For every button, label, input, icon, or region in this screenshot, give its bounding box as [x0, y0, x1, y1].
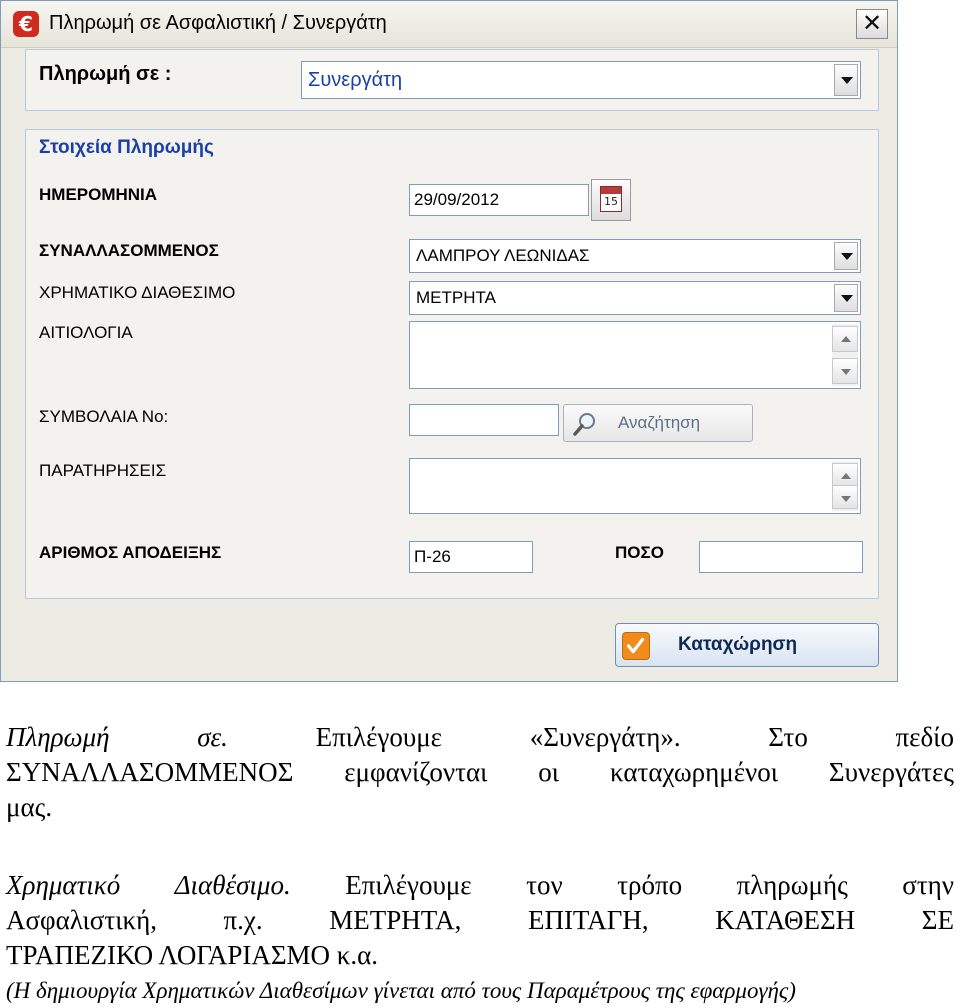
- scroll-up-icon[interactable]: [832, 326, 858, 352]
- chevron-down-icon[interactable]: [834, 284, 858, 312]
- caption-word: Επιλέγουμε: [315, 722, 443, 752]
- caption-line: ΣΥΝΑΛΛΑΣΟΜΜΕΝΟΣ εμφανίζονται οι καταχωρη…: [6, 755, 954, 790]
- calendar-button[interactable]: 15: [591, 179, 631, 221]
- caption-word: ΕΠΙΤΑΓΗ,: [527, 905, 649, 935]
- search-icon: [573, 413, 595, 436]
- caption-word: μας.: [6, 792, 53, 822]
- caption-word: πληρωμής: [736, 870, 848, 900]
- app-logo-icon: €: [13, 11, 39, 37]
- caption-word: Διαθέσιμο.: [174, 870, 291, 900]
- caption-word: σε.: [197, 722, 228, 752]
- payment-dialog: € Πληρωμή σε Ασφαλιστική / Συνεργάτη ✕ Π…: [0, 0, 898, 682]
- date-label: ΗΜΕΡΟΜΗΝΙΑ: [39, 185, 158, 204]
- counterparty-label: ΣΥΝΑΛΛΑΣΟΜΜΕΝΟΣ: [39, 241, 219, 260]
- cash-value: ΜΕΤΡΗΤΑ: [416, 288, 496, 307]
- contracts-input[interactable]: [409, 404, 559, 436]
- cash-label: ΧΡΗΜΑΤΙΚΟ ΔΙΑΘΕΣΙΜΟ: [39, 283, 236, 302]
- counterparty-value: ΛΑΜΠΡΟΥ ΛΕΩΝΙΔΑΣ: [416, 246, 590, 265]
- caption-word: οι: [538, 757, 560, 787]
- cash-select[interactable]: ΜΕΤΡΗΤΑ: [409, 281, 861, 315]
- save-label: Καταχώρηση: [678, 634, 798, 655]
- amount-label: ΠΟΣΟ: [615, 543, 664, 562]
- caption-word: εμφανίζονται: [344, 757, 488, 787]
- pay-to-label: Πληρωμή σε :: [39, 63, 172, 85]
- caption-word: Συνεργάτες: [828, 757, 954, 787]
- chevron-down-icon[interactable]: [834, 242, 858, 270]
- search-label: Αναζήτηση: [618, 413, 701, 432]
- caption-paragraph-2: Χρηματικό Διαθέσιμο. Επιλέγουμε τον τρόπ…: [6, 868, 954, 1008]
- caption-word: ΚΑΤΑΘΕΣΗ: [715, 905, 856, 935]
- caption-word: ΜΕΤΡΗΤΑ,: [329, 905, 462, 935]
- calendar-icon: 15: [600, 186, 622, 212]
- caption-word: Στο: [768, 722, 808, 752]
- counterparty-select[interactable]: ΛΑΜΠΡΟΥ ΛΕΩΝΙΔΑΣ: [409, 239, 861, 273]
- caption-word: ΤΡΑΠΕΖΙΚΟ ΛΟΓΑΡΙΑΣΜΟ κ.α.: [6, 940, 379, 970]
- caption-line: Πληρωμή σε. Επιλέγουμε «Συνεργάτη». Στο …: [6, 720, 954, 755]
- contracts-label: ΣΥΜΒΟΛΑΙΑ Νο:: [39, 407, 169, 426]
- title-bar[interactable]: € Πληρωμή σε Ασφαλιστική / Συνεργάτη ✕: [1, 1, 897, 48]
- caption-word: ΣΥΝΑΛΛΑΣΟΜΜΕΝΟΣ: [6, 757, 294, 787]
- caption-word: Πληρωμή: [6, 722, 110, 752]
- checkmark-icon: [622, 632, 650, 660]
- pay-to-value: Συνεργάτη: [308, 69, 403, 91]
- scroll-down-icon[interactable]: [832, 358, 858, 384]
- receipt-value: Π-26: [414, 547, 451, 566]
- receipt-label: ΑΡΙΘΜΟΣ ΑΠΟΔΕΙΞΗΣ: [39, 543, 222, 562]
- caption-note: (Η δημιουργία Χρηματικών Διαθεσίμων γίνε…: [6, 978, 796, 1003]
- search-button[interactable]: Αναζήτηση: [563, 404, 753, 442]
- scroll-down-icon[interactable]: [832, 485, 858, 509]
- calendar-day: 15: [604, 195, 618, 208]
- caption-word: τρόπο: [617, 870, 683, 900]
- caption-line: ΤΡΑΠΕΖΙΚΟ ΛΟΓΑΡΙΑΣΜΟ κ.α.: [6, 938, 954, 973]
- remarks-textarea[interactable]: [409, 458, 861, 514]
- receipt-input[interactable]: Π-26: [409, 541, 533, 573]
- caption-paragraph-1: Πληρωμή σε. Επιλέγουμε «Συνεργάτη». Στο …: [6, 720, 954, 825]
- chevron-down-icon[interactable]: [834, 64, 858, 96]
- caption-line: (Η δημιουργία Χρηματικών Διαθεσίμων γίνε…: [6, 973, 954, 1008]
- caption-word: πεδίο: [895, 722, 954, 752]
- scroll-up-icon[interactable]: [832, 463, 858, 487]
- reason-scrollbar[interactable]: [832, 324, 858, 386]
- caption-line: μας.: [6, 790, 954, 825]
- caption-word: «Συνεργάτη».: [529, 722, 681, 752]
- save-button[interactable]: Καταχώρηση: [615, 623, 879, 667]
- reason-textarea[interactable]: [409, 321, 861, 389]
- caption-word: καταχωρημένοι: [609, 757, 779, 787]
- reason-label: ΑΙΤΙΟΛΟΓΙΑ: [39, 323, 133, 342]
- caption-word: ΣΕ: [921, 905, 954, 935]
- caption-word: τον: [526, 870, 563, 900]
- date-input[interactable]: 29/09/2012: [409, 184, 589, 216]
- group-title: Στοιχεία Πληρωμής: [39, 137, 214, 158]
- caption-word: στην: [902, 870, 954, 900]
- caption-word: Χρηματικό: [6, 870, 121, 900]
- remarks-label: ΠΑΡΑΤΗΡΗΣΕΙΣ: [39, 461, 167, 480]
- window-title: Πληρωμή σε Ασφαλιστική / Συνεργάτη: [49, 12, 387, 34]
- caption-word: π.χ.: [223, 905, 263, 935]
- caption-word: Ασφαλιστική,: [6, 905, 157, 935]
- date-value: 29/09/2012: [414, 190, 500, 209]
- remarks-scrollbar[interactable]: [832, 461, 858, 511]
- pay-to-select[interactable]: Συνεργάτη: [301, 61, 861, 99]
- caption-line: Χρηματικό Διαθέσιμο. Επιλέγουμε τον τρόπ…: [6, 868, 954, 903]
- caption-line: Ασφαλιστική, π.χ. ΜΕΤΡΗΤΑ, ΕΠΙΤΑΓΗ, ΚΑΤΑ…: [6, 903, 954, 938]
- amount-input[interactable]: [699, 541, 863, 573]
- caption-word: Επιλέγουμε: [345, 870, 472, 900]
- close-button[interactable]: ✕: [856, 9, 888, 39]
